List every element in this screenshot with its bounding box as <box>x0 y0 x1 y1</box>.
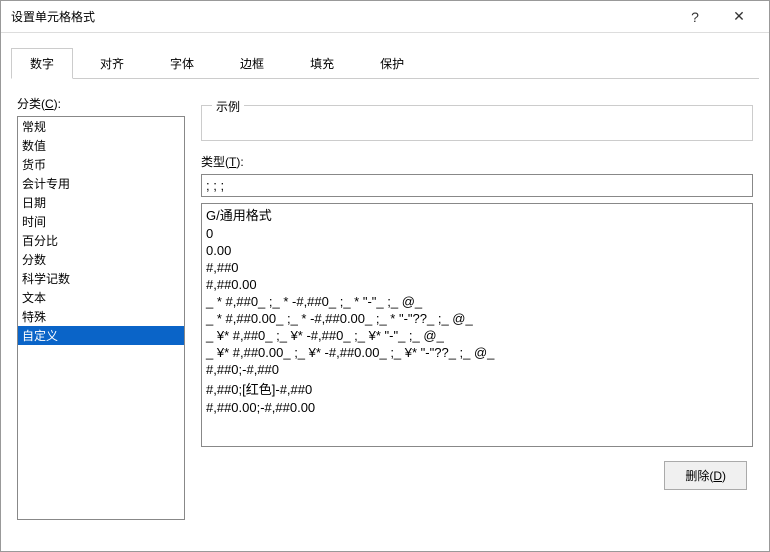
panel: 分类(C): 常规 数值 货币 会计专用 日期 时间 百分比 分数 科学记数 文… <box>1 79 769 530</box>
list-item-label: 日期 <box>22 196 46 210</box>
tab-protect[interactable]: 保护 <box>361 48 423 79</box>
list-item[interactable]: G/通用格式 <box>202 204 752 225</box>
window-title: 设置单元格格式 <box>11 8 673 25</box>
type-input[interactable] <box>201 174 753 197</box>
example-box: 示例 <box>201 105 753 141</box>
list-item-label: _ * #,##0.00_ ;_ * -#,##0.00_ ;_ * "-"??… <box>206 311 473 326</box>
list-item[interactable]: 0 <box>202 225 752 242</box>
list-item[interactable]: 数值 <box>18 136 184 155</box>
list-item[interactable]: 科学记数 <box>18 269 184 288</box>
list-item[interactable]: _ * #,##0.00_ ;_ * -#,##0.00_ ;_ * "-"??… <box>202 310 752 327</box>
close-icon: ✕ <box>733 8 745 25</box>
list-item-label: #,##0 <box>206 260 239 275</box>
tab-label: 对齐 <box>100 57 124 71</box>
list-item[interactable]: 0.00 <box>202 242 752 259</box>
tab-fill[interactable]: 填充 <box>291 48 353 79</box>
list-item[interactable]: 常规 <box>18 117 184 136</box>
list-item-label: _ * #,##0_ ;_ * -#,##0_ ;_ * "-"_ ;_ @_ <box>206 294 422 309</box>
list-item[interactable]: 时间 <box>18 212 184 231</box>
list-item[interactable]: #,##0;[红色]-#,##0 <box>202 378 752 399</box>
tab-label: 数字 <box>30 57 54 71</box>
list-item[interactable]: 货币 <box>18 155 184 174</box>
tab-number[interactable]: 数字 <box>11 48 73 79</box>
list-item-label: #,##0;-#,##0 <box>206 362 279 377</box>
tab-label: 填充 <box>310 57 334 71</box>
list-item[interactable]: 分数 <box>18 250 184 269</box>
close-button[interactable]: ✕ <box>717 2 761 32</box>
list-item-label: 自定义 <box>22 329 58 343</box>
delete-button[interactable]: 删除(D) <box>664 461 747 490</box>
list-item[interactable]: 自定义 <box>18 326 184 345</box>
category-list[interactable]: 常规 数值 货币 会计专用 日期 时间 百分比 分数 科学记数 文本 特殊 自定… <box>17 116 185 520</box>
list-item-label: 常规 <box>22 120 46 134</box>
type-label: 类型(T): <box>201 153 753 170</box>
list-item-label: 科学记数 <box>22 272 70 286</box>
list-item-label: 会计专用 <box>22 177 70 191</box>
button-row: 删除(D) <box>201 461 753 490</box>
titlebar: 设置单元格格式 ? ✕ <box>1 1 769 33</box>
list-item-label: #,##0.00 <box>206 277 257 292</box>
list-item-label: 特殊 <box>22 310 46 324</box>
list-item[interactable]: 文本 <box>18 288 184 307</box>
list-item[interactable]: #,##0;-#,##0 <box>202 361 752 378</box>
list-item-label: 数值 <box>22 139 46 153</box>
label-key: D <box>713 469 722 483</box>
example-label: 示例 <box>212 98 244 115</box>
list-item-label: 0 <box>206 226 213 241</box>
tab-align[interactable]: 对齐 <box>81 48 143 79</box>
tab-bar: 数字 对齐 字体 边框 填充 保护 <box>11 47 759 79</box>
label-text: ): <box>54 97 61 111</box>
help-icon: ? <box>691 9 699 25</box>
list-item[interactable]: #,##0 <box>202 259 752 276</box>
category-label: 分类(C): <box>17 95 185 112</box>
label-key: C <box>45 97 54 111</box>
format-list[interactable]: G/通用格式 0 0.00 #,##0 #,##0.00 _ * #,##0_ … <box>201 203 753 447</box>
list-item[interactable]: 百分比 <box>18 231 184 250</box>
tab-border[interactable]: 边框 <box>221 48 283 79</box>
label-text: 删除( <box>685 469 713 483</box>
list-item[interactable]: _ ¥* #,##0_ ;_ ¥* -#,##0_ ;_ ¥* "-"_ ;_ … <box>202 327 752 344</box>
list-item-label: 货币 <box>22 158 46 172</box>
list-item[interactable]: #,##0.00;-#,##0.00 <box>202 399 752 416</box>
list-item-label: 百分比 <box>22 234 58 248</box>
right-column: 示例 类型(T): G/通用格式 0 0.00 #,##0 #,##0.00 _… <box>201 89 753 520</box>
left-column: 分类(C): 常规 数值 货币 会计专用 日期 时间 百分比 分数 科学记数 文… <box>17 89 185 520</box>
label-text: 类型( <box>201 155 229 169</box>
list-item-label: 分数 <box>22 253 46 267</box>
tab-font[interactable]: 字体 <box>151 48 213 79</box>
tab-label: 字体 <box>170 57 194 71</box>
tab-label: 保护 <box>380 57 404 71</box>
label-text: ) <box>722 469 726 483</box>
list-item-label: G/通用格式 <box>206 208 272 223</box>
list-item-label: _ ¥* #,##0.00_ ;_ ¥* -#,##0.00_ ;_ ¥* "-… <box>206 345 494 360</box>
list-item[interactable]: _ ¥* #,##0.00_ ;_ ¥* -#,##0.00_ ;_ ¥* "-… <box>202 344 752 361</box>
list-item-label: 0.00 <box>206 243 231 258</box>
label-text: 分类( <box>17 97 45 111</box>
list-item-label: 文本 <box>22 291 46 305</box>
list-item-label: _ ¥* #,##0_ ;_ ¥* -#,##0_ ;_ ¥* "-"_ ;_ … <box>206 328 444 343</box>
list-item[interactable]: 特殊 <box>18 307 184 326</box>
list-item-label: #,##0;[红色]-#,##0 <box>206 382 312 397</box>
label-text: ): <box>236 155 243 169</box>
help-button[interactable]: ? <box>673 2 717 32</box>
list-item[interactable]: _ * #,##0_ ;_ * -#,##0_ ;_ * "-"_ ;_ @_ <box>202 293 752 310</box>
list-item-label: #,##0.00;-#,##0.00 <box>206 400 315 415</box>
tab-label: 边框 <box>240 57 264 71</box>
list-item[interactable]: #,##0.00 <box>202 276 752 293</box>
list-item-label: 时间 <box>22 215 46 229</box>
list-item[interactable]: 日期 <box>18 193 184 212</box>
list-item[interactable]: 会计专用 <box>18 174 184 193</box>
